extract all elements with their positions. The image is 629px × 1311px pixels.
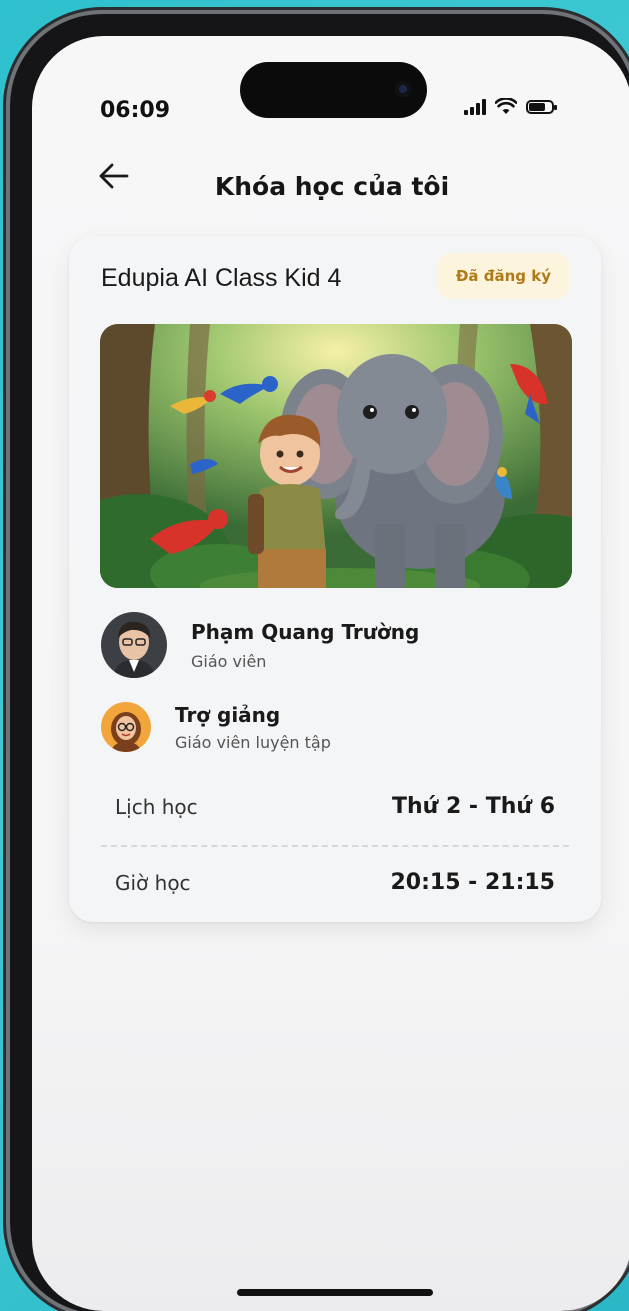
status-time: 06:09: [100, 98, 171, 123]
wifi-icon: [495, 98, 517, 114]
class-time-label: Giờ học: [115, 870, 191, 895]
teacher-role: Giáo viên: [191, 651, 267, 671]
course-cover-image: [100, 324, 572, 588]
cellular-signal-icon: [464, 98, 486, 115]
home-indicator[interactable]: [237, 1289, 433, 1296]
assistant-role: Giáo viên luyện tập: [175, 732, 331, 752]
class-time-row: Giờ học 20:15 - 21:15: [115, 870, 555, 895]
camera-icon: [395, 81, 411, 97]
assistant-avatar: [101, 702, 151, 752]
page-title: Khóa học của tôi: [214, 172, 450, 201]
course-card[interactable]: Edupia AI Class Kid 4 Đã đăng ký Phạm Qu…: [69, 236, 601, 922]
battery-icon: [526, 99, 557, 114]
assistant-row[interactable]: Trợ giảng Giáo viên luyện tập: [101, 702, 331, 752]
status-icons: [464, 98, 557, 115]
phone-frame: 06:09 Khóa học của tôi Edupia AI Class K…: [10, 14, 629, 1311]
divider: [101, 845, 569, 847]
schedule-row: Lịch học Thứ 2 - Thứ 6: [115, 794, 555, 819]
teacher-avatar: [101, 612, 167, 678]
app-screen: 06:09 Khóa học của tôi Edupia AI Class K…: [32, 36, 629, 1311]
course-title: Edupia AI Class Kid 4: [101, 264, 342, 292]
status-badge: Đã đăng ký: [437, 253, 569, 299]
class-time-value: 20:15 - 21:15: [390, 870, 555, 895]
teacher-name: Phạm Quang Trường: [191, 619, 420, 644]
schedule-value: Thứ 2 - Thứ 6: [391, 794, 555, 819]
assistant-name: Trợ giảng: [175, 702, 281, 727]
dynamic-island: [240, 62, 427, 118]
schedule-label: Lịch học: [115, 794, 198, 819]
teacher-row[interactable]: Phạm Quang Trường Giáo viên: [101, 612, 419, 678]
